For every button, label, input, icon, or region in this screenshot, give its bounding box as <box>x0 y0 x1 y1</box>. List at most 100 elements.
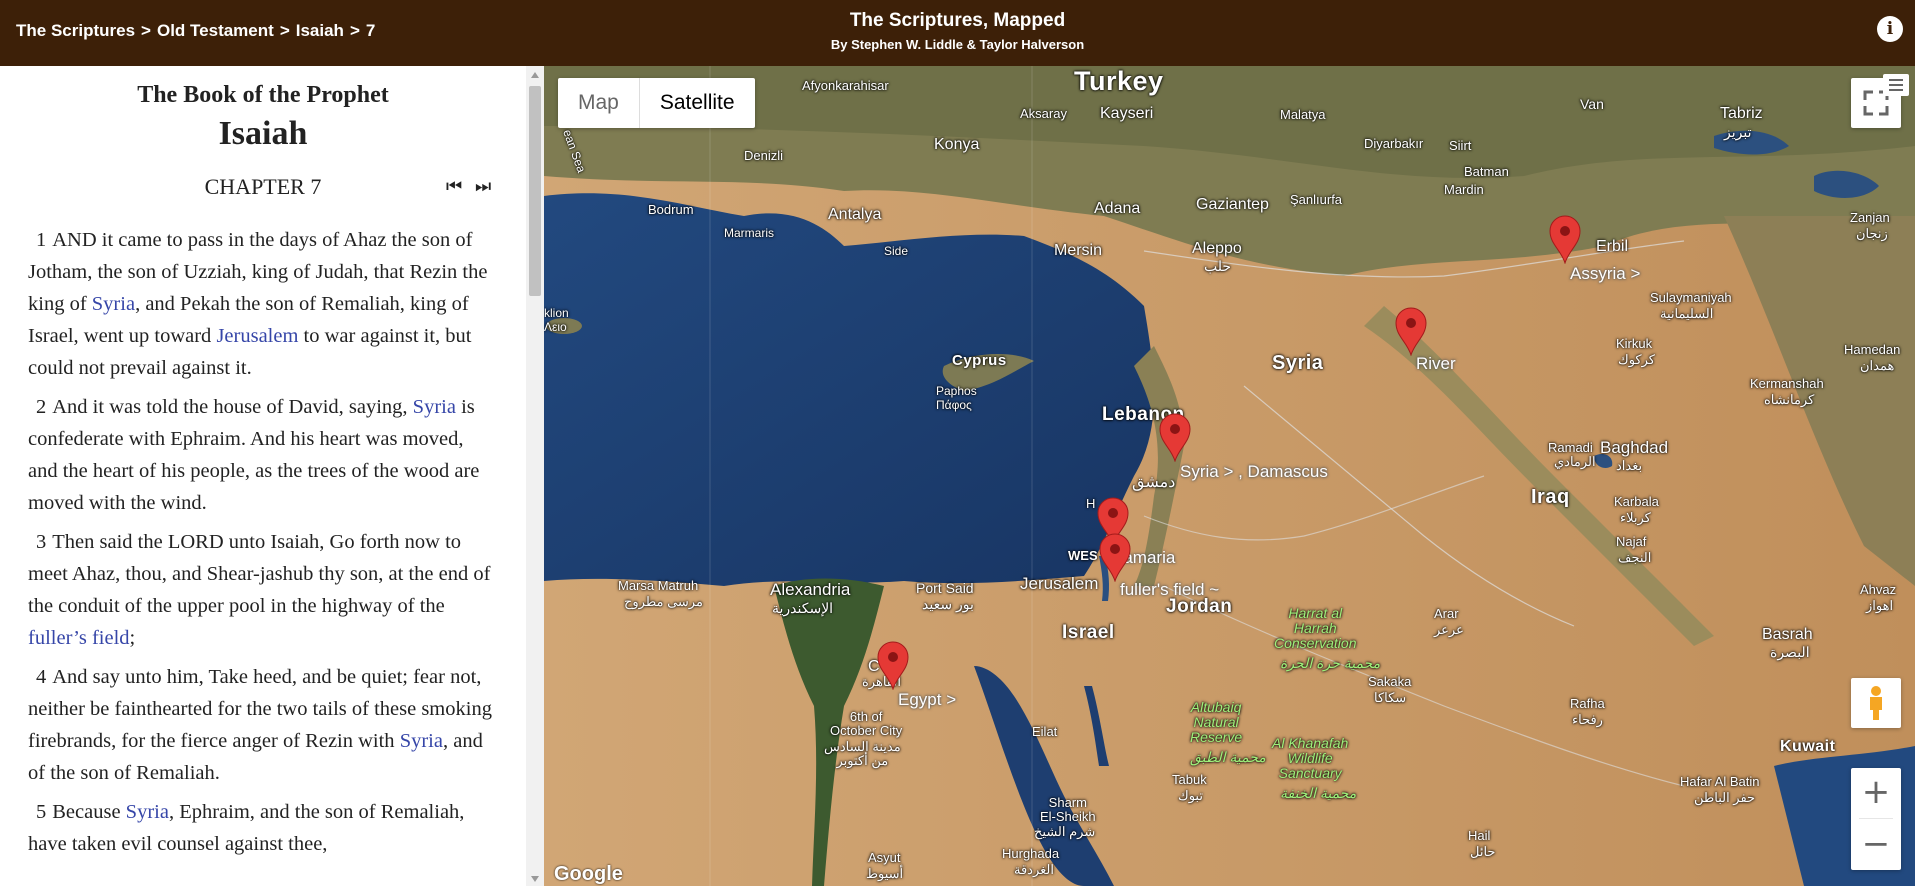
place-link[interactable]: Syria <box>126 801 169 823</box>
verse-2: 2 And it was told the house of David, say… <box>28 391 494 519</box>
map-label-port-said-ar: بور سعيد <box>922 596 974 612</box>
map-type-satellite-button[interactable]: Satellite <box>638 78 755 128</box>
google-logo: Google <box>554 863 623 885</box>
map-label-marsa-matruh-ar: مرسى مطروح <box>624 594 703 609</box>
map-label-altubaiq-reserve: Altubaiq Natural Reserve <box>1190 699 1243 745</box>
map-marker-egypt[interactable] <box>876 640 910 690</box>
map-label-kermanshah-ar: کرمانشاه <box>1764 392 1815 407</box>
map-label-port-said: Port Said <box>916 580 974 596</box>
map-label-eilat: Eilat <box>1032 724 1058 739</box>
map-label-kermanshah: Kermanshah <box>1750 376 1824 391</box>
map-label-side: Side <box>884 244 909 258</box>
map-label-tabriz-ar: تبریز <box>1724 124 1752 140</box>
map-type-map-button[interactable]: Map <box>558 78 639 128</box>
map-label-ahvaz-ar: اهواز <box>1866 598 1894 613</box>
map-label-h: H <box>1086 496 1096 511</box>
next-chapter-icon[interactable]: ⏭ <box>475 176 491 197</box>
map-label-arar-ar: عرعر <box>1434 622 1464 637</box>
place-link[interactable]: Jerusalem <box>216 325 298 347</box>
map-label-harrat-conservation: Harrat al Harrah Conservation <box>1274 605 1357 651</box>
map-label-ahvaz: Ahvaz <box>1860 582 1897 597</box>
street-view-pegman-button[interactable] <box>1851 678 1901 728</box>
map-label-israel: Israel <box>1062 622 1115 643</box>
verse-list: 1 AND it came to pass in the days of Ahaz… <box>28 224 494 867</box>
map-label-basrah: Basrah <box>1762 626 1813 643</box>
verse-number: 2 <box>36 396 47 418</box>
map-label-afyonkarahisar: Afyonkarahisar <box>802 78 889 93</box>
map-marker-river[interactable] <box>1394 306 1428 356</box>
place-link[interactable]: Syria <box>400 730 443 752</box>
verse-number: 3 <box>36 531 47 553</box>
map-label-marmaris: Marmaris <box>724 226 774 240</box>
map-label-hurghada: Hurghada <box>1002 846 1060 861</box>
map-label-hail-ar: حائل <box>1470 844 1496 859</box>
map-marker-assyria[interactable] <box>1548 214 1582 264</box>
map-label-kayseri: Kayseri <box>1100 105 1154 122</box>
scripture-panel: The Book of the Prophet Isaiah CHAPTER 7… <box>0 66 526 886</box>
map-marker-label-assyria: Assyria > <box>1570 264 1641 283</box>
map-label-sulaymaniyah: Sulaymaniyah <box>1650 290 1732 305</box>
zoom-out-button[interactable]: − <box>1851 820 1901 870</box>
map-label-aksaray: Aksaray <box>1020 106 1067 121</box>
map-label-aleppo: Aleppo <box>1192 240 1242 257</box>
map-label-zanjan-ar: زنجان <box>1856 226 1888 241</box>
map-label-najaf: Najaf <box>1616 534 1647 549</box>
map-label-hafar-al-batin: Hafar Al Batin <box>1680 774 1760 789</box>
map-label-rafha: Rafha <box>1570 696 1605 711</box>
map-label-tabuk-ar: تبوك <box>1178 788 1203 803</box>
map-type-control: Map Satellite <box>558 78 755 128</box>
previous-chapter-icon[interactable]: ⏮ <box>446 176 462 197</box>
map-label-baghdad: Baghdad <box>1600 438 1669 457</box>
map-label-sulaymaniyah-ar: السليمانية <box>1660 306 1714 321</box>
map-label-sakaka-ar: سكاكا <box>1374 690 1407 705</box>
zoom-divider <box>1859 818 1893 819</box>
map-label-ramadi-ar: الرمادي <box>1554 454 1596 469</box>
map-marker-fullers-field[interactable] <box>1098 532 1132 582</box>
map-label-alexandria: Alexandria <box>770 580 851 599</box>
site-title: The Scriptures, Mapped <box>849 10 1066 31</box>
place-link[interactable]: Syria <box>413 396 456 418</box>
pegman-icon <box>1870 686 1882 720</box>
map-label-malatya: Malatya <box>1280 107 1326 122</box>
map-label-damascus: دمشق <box>1132 474 1176 491</box>
map-label-arar: Arar <box>1434 606 1459 621</box>
book-name: Isaiah <box>218 115 308 152</box>
map-label-sharm-ar: شرم الشيخ <box>1034 824 1096 839</box>
map-label-antalya: Antalya <box>828 206 882 223</box>
zoom-in-button[interactable]: + <box>1851 768 1901 818</box>
map-label-hamedan: Hamedan <box>1844 342 1901 357</box>
verse-number: 5 <box>36 801 47 823</box>
map-label-zanjan: Zanjan <box>1850 210 1890 225</box>
info-icon[interactable]: i <box>1877 16 1903 42</box>
map-marker-label-river: River <box>1416 354 1456 373</box>
map-label-marsa-matruh: Marsa Matruh <box>618 578 699 593</box>
scripture-scrollbar[interactable] <box>526 66 544 886</box>
map-label-mardin: Mardin <box>1444 182 1484 197</box>
map-label-6th-october-ar: مدينة السادس من أكتوبر <box>824 739 901 768</box>
map-label-denizli: Denizli <box>744 148 784 163</box>
verse-1: 1 AND it came to pass in the days of Ahaz… <box>28 224 494 384</box>
map-label-siirt: Siirt <box>1449 138 1472 153</box>
scroll-up-arrow-icon[interactable] <box>531 72 539 78</box>
map-label-iraq: Iraq <box>1531 486 1570 508</box>
map-marker-damascus[interactable] <box>1158 412 1192 462</box>
map-label-paphos: Paphos <box>936 384 977 398</box>
place-link[interactable]: Syria <box>92 293 135 315</box>
list-icon <box>1889 79 1903 91</box>
scroll-thumb[interactable] <box>529 86 541 296</box>
map-label-rafha-ar: رفحاء <box>1572 712 1603 727</box>
map-label-karbala: Karbala <box>1614 494 1659 509</box>
scroll-down-arrow-icon[interactable] <box>531 876 539 882</box>
map-label-tabriz: Tabriz <box>1720 105 1763 122</box>
map-label-paphos-gr: Πάφος <box>936 398 972 412</box>
map-label-mersin: Mersin <box>1054 242 1103 259</box>
verse-number: 4 <box>36 666 47 688</box>
verse-3: 3 Then said the LORD unto Isaiah, Go fort… <box>28 526 494 654</box>
map-view[interactable]: Turkey Afyonkarahisar Aksaray Kayseri Ma… <box>544 66 1915 886</box>
map-label-alexandria-ar: الإسكندرية <box>772 600 834 616</box>
legend-list-icon[interactable] <box>1883 74 1909 96</box>
map-label-asyut: Asyut <box>868 850 901 865</box>
zoom-control: + − <box>1851 768 1901 870</box>
place-link[interactable]: fuller’s field <box>28 627 130 649</box>
map-label-kirkuk-ar: كركوك <box>1618 352 1655 367</box>
